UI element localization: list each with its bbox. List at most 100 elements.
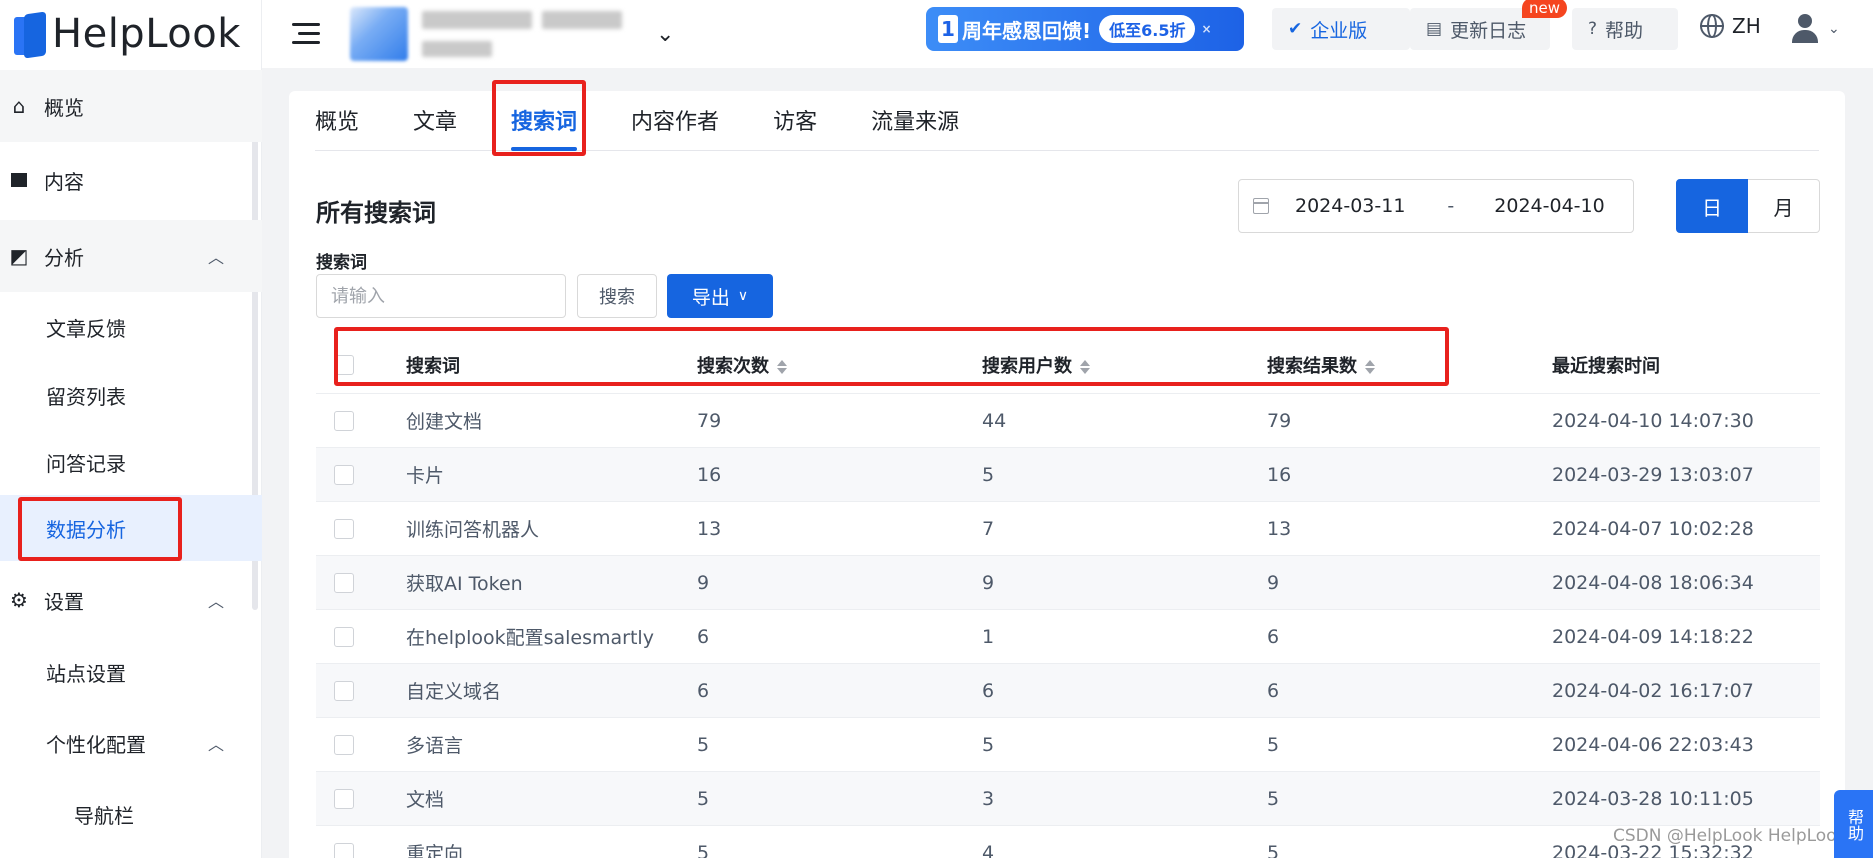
chevron-down-icon[interactable]: ⌄	[656, 22, 674, 47]
cell-user-count: 44	[982, 409, 1007, 432]
tab-articles[interactable]: 文章	[413, 104, 457, 150]
sidebar-item-navbar[interactable]: 导航栏	[0, 781, 262, 847]
table-row[interactable]: 获取AI Token 9 9 9 2024-04-08 18:06:34	[316, 556, 1820, 610]
tab-overview[interactable]: 概览	[315, 104, 359, 150]
row-checkbox[interactable]	[334, 734, 354, 755]
sidebar-item-label: 设置	[44, 589, 84, 614]
table-row[interactable]: 自定义域名 6 6 6 2024-04-02 16:17:07	[316, 664, 1820, 718]
close-icon[interactable]: ×	[1201, 22, 1211, 36]
sidebar-item-analysis[interactable]: ◩ 分析 ︿	[0, 220, 262, 292]
export-button[interactable]: 导出 ∨	[667, 274, 773, 318]
promo-text: 周年感恩回馈!	[962, 18, 1092, 43]
annotation-box	[334, 327, 1449, 386]
date-start[interactable]: 2024-03-11	[1295, 195, 1405, 217]
date-range-picker[interactable]: 2024-03-11 - 2024-04-10	[1238, 179, 1634, 233]
row-checkbox[interactable]	[334, 788, 354, 809]
row-checkbox[interactable]	[334, 410, 354, 431]
language-switcher[interactable]: ZH	[1700, 14, 1761, 38]
site-name-redacted	[422, 11, 622, 57]
sidebar-item-personalization[interactable]: 个性化配置 ︿	[0, 710, 262, 776]
cell-result-count: 5	[1267, 733, 1280, 756]
tab-visitors[interactable]: 访客	[773, 104, 817, 150]
sidebar-item-site-settings[interactable]: 站点设置	[0, 639, 262, 705]
new-badge: new	[1522, 0, 1568, 18]
cell-result-count: 5	[1267, 787, 1280, 810]
brand-name: HelpLook	[52, 11, 241, 57]
row-checkbox[interactable]	[334, 680, 354, 701]
cell-last-search-time: 2024-03-28 10:11:05	[1552, 787, 1754, 810]
cell-term: 训练问答机器人	[406, 519, 540, 541]
chevron-down-icon: ⌄	[1828, 20, 1840, 37]
cell-term: 多语言	[406, 735, 464, 757]
sidebar-item-label: 问答记录	[46, 451, 126, 476]
row-checkbox[interactable]	[334, 518, 354, 539]
cell-search-count: 16	[697, 463, 722, 486]
cell-search-count: 5	[697, 787, 710, 810]
row-checkbox[interactable]	[334, 842, 354, 858]
cell-last-search-time: 2024-04-08 18:06:34	[1552, 571, 1754, 594]
cell-result-count: 5	[1267, 841, 1280, 858]
date-end[interactable]: 2024-04-10	[1494, 195, 1604, 217]
search-button[interactable]: 搜索	[577, 274, 657, 318]
enterprise-button[interactable]: ✔ 企业版	[1272, 8, 1410, 50]
chevron-down-icon: ∨	[737, 288, 749, 304]
watermark: CSDN @HelpLook HelpLook	[1613, 826, 1847, 846]
chevron-up-icon: ︿	[207, 248, 224, 267]
cell-search-count: 6	[697, 625, 710, 648]
user-menu[interactable]: ⌄	[1792, 14, 1840, 43]
cell-last-search-time: 2024-04-02 16:17:07	[1552, 679, 1754, 702]
menu-toggle-icon[interactable]	[292, 21, 322, 47]
cell-user-count: 5	[982, 733, 995, 756]
help-button[interactable]: ? 帮助	[1572, 8, 1678, 50]
sidebar-item-label: 导航栏	[74, 803, 134, 828]
cell-term: 重定向	[406, 843, 464, 858]
question-icon: ?	[1588, 19, 1598, 39]
cell-term: 获取AI Token	[406, 573, 523, 595]
day-button[interactable]: 日	[1676, 179, 1748, 233]
cell-user-count: 7	[982, 517, 995, 540]
help-label: 帮助	[1605, 19, 1644, 42]
site-switcher[interactable]: ⌄	[350, 0, 674, 68]
table-row[interactable]: 重定向 5 4 5 2024-03-22 15:32:32	[316, 826, 1820, 858]
sidebar-item-lead-list[interactable]: 留资列表	[0, 362, 262, 428]
cell-user-count: 4	[982, 841, 995, 858]
annotation-box	[18, 497, 182, 561]
cell-result-count: 6	[1267, 625, 1280, 648]
cell-term: 卡片	[406, 465, 445, 487]
month-button[interactable]: 月	[1748, 179, 1820, 233]
floating-help-tab[interactable]: 帮助	[1834, 790, 1873, 858]
table-row[interactable]: 文档 5 3 5 2024-03-28 10:11:05	[316, 772, 1820, 826]
tab-content-authors[interactable]: 内容作者	[631, 104, 719, 150]
promo-number: 1	[938, 15, 958, 43]
cell-search-count: 5	[697, 841, 710, 858]
table-row[interactable]: 训练问答机器人 13 7 13 2024-04-07 10:02:28	[316, 502, 1820, 556]
cell-result-count: 13	[1267, 517, 1292, 540]
cell-term: 自定义域名	[406, 681, 502, 703]
cell-last-search-time: 2024-04-09 14:18:22	[1552, 625, 1754, 648]
cell-user-count: 1	[982, 625, 995, 648]
cell-user-count: 3	[982, 787, 995, 810]
sidebar-item-settings[interactable]: ⚙ 设置 ︿	[0, 564, 262, 636]
tab-traffic-sources[interactable]: 流量来源	[871, 104, 959, 150]
search-term-label: 搜索词	[316, 253, 367, 273]
sidebar-item-overview[interactable]: ⌂ 概览	[0, 70, 262, 142]
cell-user-count: 5	[982, 463, 995, 486]
promo-banner[interactable]: 1 周年感恩回馈! 低至6.5折 ×	[926, 7, 1244, 51]
row-checkbox[interactable]	[334, 464, 354, 485]
sidebar-item-content[interactable]: 内容	[0, 144, 262, 216]
table-row[interactable]: 卡片 16 5 16 2024-03-29 13:03:07	[316, 448, 1820, 502]
search-term-input[interactable]	[316, 274, 566, 318]
table-row[interactable]: 多语言 5 5 5 2024-04-06 22:03:43	[316, 718, 1820, 772]
sidebar-item-article-feedback[interactable]: 文章反馈	[0, 294, 262, 360]
brand-logo[interactable]: HelpLook	[0, 0, 262, 68]
cell-user-count: 6	[982, 679, 995, 702]
site-avatar	[350, 7, 408, 61]
language-label: ZH	[1732, 14, 1761, 38]
table-row[interactable]: 创建文档 79 44 79 2024-04-10 14:07:30	[316, 394, 1820, 448]
sidebar-item-qa-records[interactable]: 问答记录	[0, 429, 262, 495]
cell-term: 文档	[406, 789, 445, 811]
table-row[interactable]: 在helplook配置salesmartly 6 1 6 2024-04-09 14:1…	[316, 610, 1820, 664]
row-checkbox[interactable]	[334, 626, 354, 647]
book-icon	[8, 168, 30, 192]
row-checkbox[interactable]	[334, 572, 354, 593]
